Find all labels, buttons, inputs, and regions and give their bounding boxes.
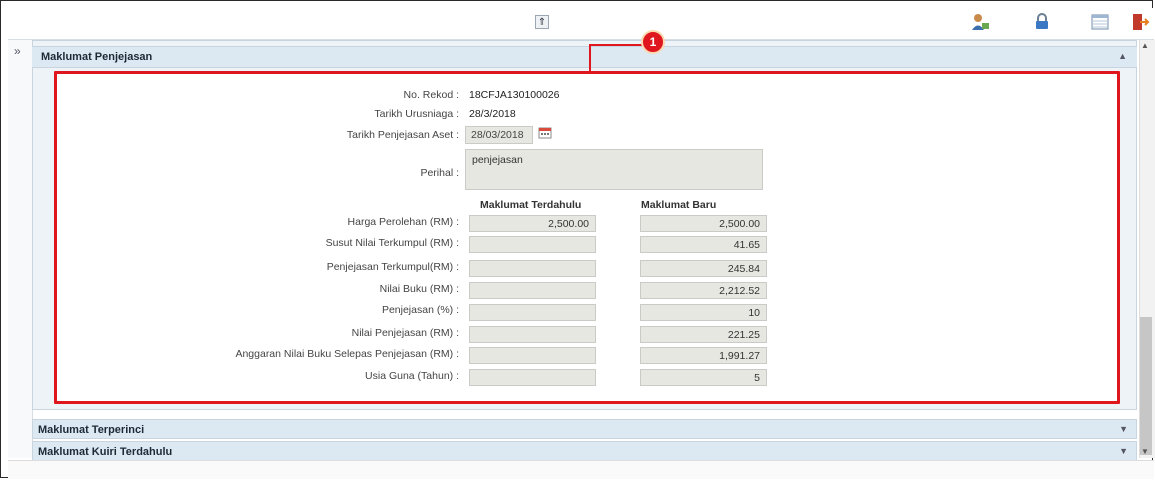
double-chevron-right-icon[interactable]: » bbox=[14, 44, 21, 58]
section-title: Maklumat Terperinci bbox=[38, 424, 145, 436]
bottom-strip bbox=[8, 460, 1154, 479]
panel-header[interactable]: Maklumat Penjejasan ▲ bbox=[32, 46, 1137, 68]
section-title: Maklumat Kuiri Terdahulu bbox=[38, 446, 173, 458]
left-sidebar-strip: » bbox=[8, 40, 33, 458]
collapse-caret-icon[interactable]: ▲ bbox=[1118, 51, 1127, 61]
scroll-up-icon[interactable]: ▲ bbox=[1141, 41, 1149, 50]
expand-caret-icon[interactable]: ▼ bbox=[1119, 446, 1128, 456]
highlight-box bbox=[54, 71, 1120, 404]
lock-icon[interactable] bbox=[1032, 12, 1052, 32]
callout-line bbox=[589, 46, 591, 72]
callout-badge: 1 bbox=[641, 30, 665, 54]
scrollbar-thumb[interactable] bbox=[1140, 317, 1152, 455]
section-maklumat-kuiri-terdahulu[interactable]: Maklumat Kuiri Terdahulu ▼ bbox=[32, 441, 1137, 461]
callout-line bbox=[589, 44, 643, 46]
scroll-down-icon[interactable]: ▼ bbox=[1141, 447, 1149, 456]
double-chevron-up-icon[interactable]: ⇑ bbox=[535, 15, 549, 29]
exit-icon[interactable] bbox=[1130, 12, 1150, 32]
expand-caret-icon[interactable]: ▼ bbox=[1119, 424, 1128, 434]
panel-title: Maklumat Penjejasan bbox=[41, 51, 153, 63]
table-view-icon[interactable] bbox=[1090, 12, 1110, 32]
section-maklumat-terperinci[interactable]: Maklumat Terperinci ▼ bbox=[32, 419, 1137, 439]
user-icon[interactable] bbox=[970, 12, 990, 32]
